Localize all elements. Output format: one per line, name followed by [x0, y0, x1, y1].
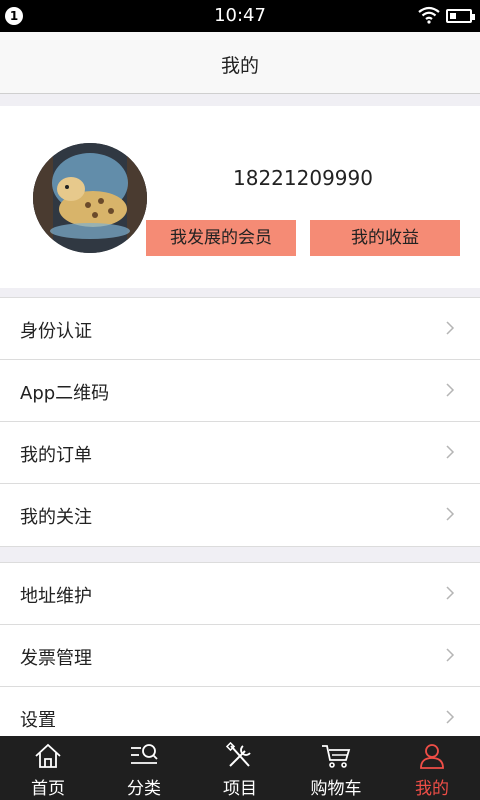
- tab-label: 分类: [127, 779, 161, 799]
- chevron-right-icon: [446, 710, 455, 724]
- chevron-right-icon: [446, 648, 455, 662]
- chevron-right-icon: [446, 445, 455, 459]
- tab-home[interactable]: 首页: [0, 736, 96, 800]
- menu-item-app-qrcode[interactable]: App二维码: [0, 360, 480, 422]
- tab-label: 项目: [223, 779, 257, 799]
- menu-item-label: 发票管理: [20, 648, 92, 669]
- menu-item-address[interactable]: 地址维护: [0, 563, 480, 625]
- tab-label: 我的: [415, 779, 449, 799]
- tools-icon: [225, 742, 251, 767]
- tab-category[interactable]: 分类: [96, 736, 192, 800]
- menu-item-label: 设置: [20, 710, 56, 731]
- chevron-right-icon: [446, 321, 455, 335]
- status-bar: 1 10:47: [0, 0, 480, 32]
- avatar[interactable]: [33, 143, 147, 253]
- menu-item-orders[interactable]: 我的订单: [0, 422, 480, 484]
- clock: 10:47: [214, 5, 266, 26]
- user-icon: [420, 744, 444, 769]
- category-search-icon: [131, 744, 158, 764]
- profile-card: 18221209990 我发展的会员 我的收益: [0, 106, 480, 288]
- phone-number: 18221209990: [233, 166, 373, 190]
- menu-item-label: 我的订单: [20, 445, 92, 466]
- cart-icon: [322, 745, 351, 768]
- home-icon: [35, 743, 61, 768]
- header: 我的: [0, 32, 480, 94]
- my-earnings-button[interactable]: 我的收益: [310, 220, 460, 256]
- menu-group-settings: 地址维护 发票管理 设置: [0, 562, 480, 750]
- tab-cart[interactable]: 购物车: [288, 736, 384, 800]
- tab-label: 首页: [31, 779, 65, 799]
- menu-group-account: 身份认证 App二维码 我的订单 我的关注: [0, 297, 480, 547]
- tab-projects[interactable]: 项目: [192, 736, 288, 800]
- menu-item-label: 身份认证: [20, 321, 92, 342]
- menu-item-follows[interactable]: 我的关注: [0, 484, 480, 546]
- tab-mine[interactable]: 我的: [384, 736, 480, 800]
- menu-item-invoice[interactable]: 发票管理: [0, 625, 480, 687]
- my-members-button[interactable]: 我发展的会员: [146, 220, 296, 256]
- chevron-right-icon: [446, 507, 455, 521]
- menu-item-identity[interactable]: 身份认证: [0, 298, 480, 360]
- chevron-right-icon: [446, 383, 455, 397]
- bottom-tab-bar: 首页 分类 项目 购物车 我的: [0, 736, 480, 800]
- menu-item-label: 地址维护: [20, 586, 92, 607]
- menu-item-label: 我的关注: [20, 507, 92, 528]
- wifi-icon: [418, 6, 440, 24]
- menu-item-label: App二维码: [20, 383, 110, 404]
- avatar-image: [33, 143, 147, 253]
- battery-icon: [446, 9, 475, 23]
- chevron-right-icon: [446, 586, 455, 600]
- page-title: 我的: [220, 55, 259, 77]
- tab-label: 购物车: [310, 779, 362, 799]
